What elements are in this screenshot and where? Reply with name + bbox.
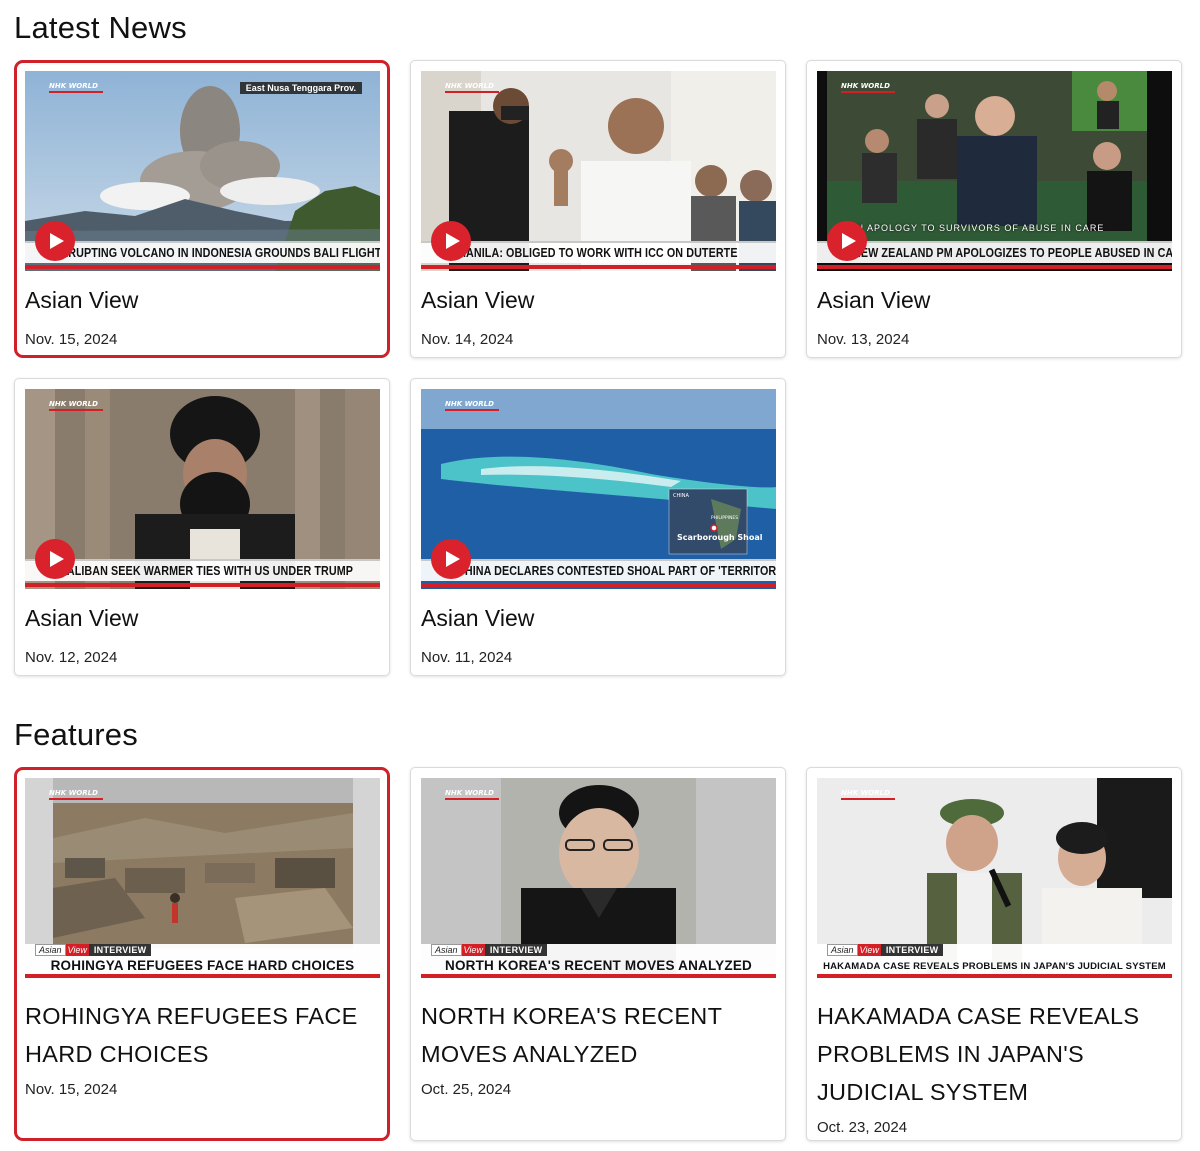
card-title[interactable]: Asian View	[817, 288, 1171, 312]
play-icon[interactable]	[35, 539, 75, 579]
play-icon[interactable]	[35, 221, 75, 261]
latest-news-heading: Latest News	[14, 10, 187, 45]
location-tag: East Nusa Tenggara Prov.	[239, 82, 362, 94]
caption-bar: ERUPTING VOLCANO IN INDONESIA GROUNDS BA…	[25, 241, 380, 269]
caption-text: TALIBAN SEEK WARMER TIES WITH US UNDER T…	[61, 564, 354, 578]
caption-text: CHINA DECLARES CONTESTED SHOAL PART OF '…	[457, 564, 776, 578]
card-title[interactable]: Asian View	[25, 606, 379, 630]
nhk-logo: NHK WORLD	[49, 83, 103, 97]
play-icon[interactable]	[827, 221, 867, 261]
feature-date: Oct. 25, 2024	[421, 1081, 512, 1098]
feature-card[interactable]: NHK WORLD Asian View INTERVIEW NORTH KOREA…	[410, 767, 786, 1141]
card-date: Nov. 13, 2024	[817, 331, 910, 348]
nhk-logo: NHK WORLD	[445, 401, 499, 415]
caption-bar: Asian View INTERVIEW NORTH KOREA'S RECENT …	[421, 944, 776, 978]
features-heading: Features	[14, 717, 138, 752]
video-thumbnail[interactable]: NHK WORLD OWN APOLOGY TO SURVIVORS OF AB…	[817, 71, 1172, 271]
caption-bar: TALIBAN SEEK WARMER TIES WITH US UNDER T…	[25, 559, 380, 587]
card-title[interactable]: Asian View	[421, 606, 775, 630]
subtitle-line: OWN APOLOGY TO SURVIVORS OF ABUSE IN CAR…	[839, 223, 1105, 233]
features-grid: NHK WORLD Asian View INTERVIEW ROHINGYA RE…	[14, 767, 1182, 1141]
feature-date: Nov. 15, 2024	[25, 1081, 118, 1098]
caption-text: NORTH KOREA'S RECENT MOVES ANALYZED	[445, 958, 752, 973]
nhk-logo: NHK WORLD	[445, 790, 499, 804]
card-date: Nov. 15, 2024	[25, 331, 118, 348]
nhk-logo: NHK WORLD	[445, 83, 499, 97]
nhk-logo: NHK WORLD	[841, 790, 895, 804]
video-thumbnail[interactable]: NHK WORLD Asian View INTERVIEW HAKAMADA CA…	[817, 778, 1172, 978]
map-label-shoal: Scarborough Shoal	[677, 533, 763, 542]
caption-text: MANILA: OBLIGED TO WORK WITH ICC ON DUTE…	[457, 246, 738, 260]
video-thumbnail[interactable]: NHK WORLD TALIBAN SEEK WARMER TIES WITH …	[25, 389, 380, 589]
card-date: Nov. 14, 2024	[421, 331, 514, 348]
news-card[interactable]: NHK WORLD TALIBAN SEEK WARMER TIES WITH …	[14, 378, 390, 676]
caption-bar: Asian View INTERVIEW HAKAMADA CASE REVEALS…	[817, 944, 1172, 978]
video-thumbnail[interactable]: NHK WORLD Asian View INTERVIEW NORTH KOREA…	[421, 778, 776, 978]
play-icon[interactable]	[431, 539, 471, 579]
nhk-logo: NHK WORLD	[49, 790, 103, 804]
caption-text: HAKAMADA CASE REVEALS PROBLEMS IN JAPAN'…	[823, 961, 1166, 972]
video-thumbnail[interactable]: CHINA PHILIPPINES Scarborough Shoal NHK …	[421, 389, 776, 589]
video-thumbnail[interactable]: NHK WORLD Asian View INTERVIEW ROHINGYA RE…	[25, 778, 380, 978]
card-date: Nov. 11, 2024	[421, 649, 513, 666]
video-thumbnail[interactable]: NHK WORLD East Nusa Tenggara Prov. ERUPT…	[25, 71, 380, 271]
card-title[interactable]: Asian View	[421, 288, 775, 312]
feature-date: Oct. 23, 2024	[817, 1119, 908, 1136]
play-icon[interactable]	[431, 221, 471, 261]
interview-tag: Asian View INTERVIEW	[827, 944, 944, 956]
caption-bar: NEW ZEALAND PM APOLOGIZES TO PEOPLE ABUS…	[817, 241, 1172, 269]
latest-news-grid: NHK WORLD East Nusa Tenggara Prov. ERUPT…	[14, 60, 1182, 676]
news-card[interactable]: NHK WORLD MANILA: OBLIGED TO WORK WITH I…	[410, 60, 786, 358]
feature-card[interactable]: NHK WORLD Asian View INTERVIEW HAKAMADA CA…	[806, 767, 1182, 1141]
caption-bar: CHINA DECLARES CONTESTED SHOAL PART OF '…	[421, 559, 776, 587]
news-card[interactable]: CHINA PHILIPPINES Scarborough Shoal NHK …	[410, 378, 786, 676]
caption-text: ERUPTING VOLCANO IN INDONESIA GROUNDS BA…	[61, 246, 380, 260]
video-thumbnail[interactable]: NHK WORLD MANILA: OBLIGED TO WORK WITH I…	[421, 71, 776, 271]
nhk-logo: NHK WORLD	[49, 401, 103, 415]
map-label-ph: PHILIPPINES	[711, 515, 738, 521]
map-label-country: CHINA	[673, 493, 689, 499]
caption-bar: Asian View INTERVIEW ROHINGYA REFUGEES FAC…	[25, 944, 380, 978]
card-date: Nov. 12, 2024	[25, 649, 118, 666]
card-title[interactable]: Asian View	[25, 288, 379, 312]
caption-bar: MANILA: OBLIGED TO WORK WITH ICC ON DUTE…	[421, 241, 776, 269]
feature-title[interactable]: HAKAMADA CASE REVEALS PROBLEMS IN JAPAN'…	[817, 997, 1171, 1111]
interview-tag: Asian View INTERVIEW	[431, 944, 548, 956]
feature-title[interactable]: ROHINGYA REFUGEES FACE HARD CHOICES	[25, 997, 379, 1073]
news-card[interactable]: NHK WORLD East Nusa Tenggara Prov. ERUPT…	[14, 60, 390, 358]
caption-text: ROHINGYA REFUGEES FACE HARD CHOICES	[50, 958, 355, 973]
nhk-logo: NHK WORLD	[841, 83, 895, 97]
caption-text: NEW ZEALAND PM APOLOGIZES TO PEOPLE ABUS…	[853, 246, 1172, 260]
feature-title[interactable]: NORTH KOREA'S RECENT MOVES ANALYZED	[421, 997, 775, 1073]
feature-card[interactable]: NHK WORLD Asian View INTERVIEW ROHINGYA RE…	[14, 767, 390, 1141]
news-card[interactable]: NHK WORLD OWN APOLOGY TO SURVIVORS OF AB…	[806, 60, 1182, 358]
interview-tag: Asian View INTERVIEW	[35, 944, 152, 956]
